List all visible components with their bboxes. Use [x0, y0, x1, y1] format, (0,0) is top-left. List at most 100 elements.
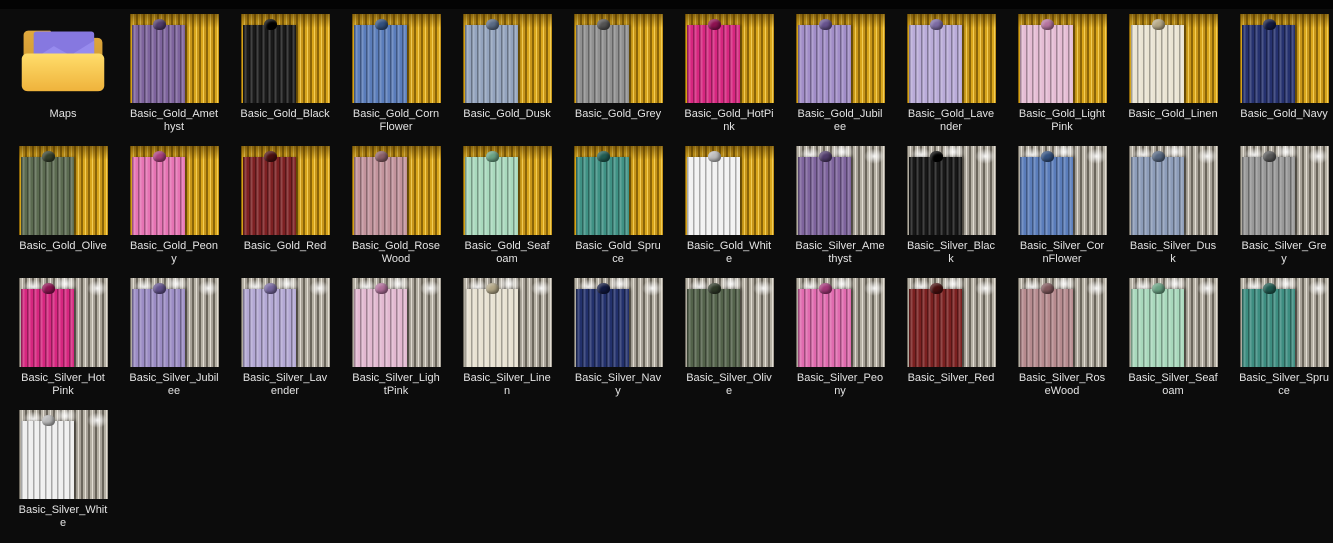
file-label: Basic_Silver_Grey	[1241, 240, 1327, 265]
drape-color-swatch	[1131, 288, 1184, 367]
flower-ornament-icon	[485, 18, 499, 30]
curtain-thumbnail	[795, 14, 885, 103]
file-tile-basic_gold_peony[interactable]: Basic_Gold_Peony	[129, 146, 219, 278]
file-tile-basic_silver_spruce[interactable]: Basic_Silver_Spruce	[1239, 278, 1329, 410]
file-label: Basic_Gold_Peony	[129, 240, 219, 265]
file-label: Basic_Gold_Grey	[574, 108, 662, 120]
flower-ornament-icon	[152, 18, 166, 30]
file-tile-basic_gold_grey[interactable]: Basic_Gold_Grey	[573, 14, 663, 146]
drape-color-swatch	[687, 156, 740, 235]
drape-color-swatch	[1242, 24, 1295, 103]
file-tile-basic_silver_white[interactable]: Basic_Silver_White	[18, 410, 108, 542]
file-tile-basic_gold_navy[interactable]: Basic_Gold_Navy	[1239, 14, 1329, 146]
curtain-thumbnail	[129, 14, 219, 103]
file-tile-basic_gold_spruce[interactable]: Basic_Gold_Spruce	[573, 146, 663, 278]
drape-color-swatch	[243, 24, 296, 103]
curtain-thumbnail	[795, 146, 885, 235]
file-tile-basic_gold_dusk[interactable]: Basic_Gold_Dusk	[462, 14, 552, 146]
flower-ornament-icon	[818, 282, 832, 294]
flower-ornament-icon	[1151, 150, 1165, 162]
file-label: Basic_Silver_HotPink	[21, 372, 105, 397]
drape-color-swatch	[576, 288, 629, 367]
file-tile-basic_gold_olive[interactable]: Basic_Gold_Olive	[18, 146, 108, 278]
drape-color-swatch	[909, 288, 962, 367]
file-tile-basic_silver_linen[interactable]: Basic_Silver_Linen	[462, 278, 552, 410]
flower-ornament-icon	[263, 282, 277, 294]
flower-ornament-icon	[1151, 18, 1165, 30]
file-label: Basic_Silver_Dusk	[1129, 240, 1217, 265]
drape-color-swatch	[132, 24, 185, 103]
file-tile-basic_gold_black[interactable]: Basic_Gold_Black	[240, 14, 330, 146]
file-tile-basic_gold_red[interactable]: Basic_Gold_Red	[240, 146, 330, 278]
file-tile-basic_silver_lavender[interactable]: Basic_Silver_Lavender	[240, 278, 330, 410]
folder-label: Maps	[49, 108, 77, 120]
file-tile-basic_silver_olive[interactable]: Basic_Silver_Olive	[684, 278, 774, 410]
file-tile-basic_silver_hotpink[interactable]: Basic_Silver_HotPink	[18, 278, 108, 410]
file-label: Basic_Silver_Lavender	[242, 372, 328, 397]
drape-color-swatch	[21, 288, 74, 367]
curtain-thumbnail	[462, 278, 552, 367]
file-tile-basic_silver_seafoam[interactable]: Basic_Silver_Seafoam	[1128, 278, 1218, 410]
flower-ornament-icon	[41, 282, 55, 294]
flower-ornament-icon	[485, 282, 499, 294]
file-tile-basic_gold_hotpink[interactable]: Basic_Gold_HotPink	[684, 14, 774, 146]
file-tile-basic_gold_lightpink[interactable]: Basic_Gold_LightPink	[1017, 14, 1107, 146]
folder-tile-maps[interactable]: Maps	[18, 14, 108, 146]
file-tile-basic_silver_lightpink[interactable]: Basic_Silver_LightPink	[351, 278, 441, 410]
file-tile-basic_silver_dusk[interactable]: Basic_Silver_Dusk	[1128, 146, 1218, 278]
file-label: Basic_Silver_Olive	[686, 372, 772, 397]
file-label: Basic_Gold_Lavender	[907, 108, 995, 133]
curtain-thumbnail	[684, 146, 774, 235]
drape-color-swatch	[465, 288, 518, 367]
curtain-thumbnail	[462, 146, 552, 235]
curtain-thumbnail	[1017, 146, 1107, 235]
file-label: Basic_Silver_CornFlower	[1019, 240, 1105, 265]
file-tile-basic_silver_black[interactable]: Basic_Silver_Black	[906, 146, 996, 278]
drape-color-swatch	[243, 288, 296, 367]
file-tile-basic_silver_grey[interactable]: Basic_Silver_Grey	[1239, 146, 1329, 278]
curtain-thumbnail	[240, 14, 330, 103]
file-tile-basic_silver_jubilee[interactable]: Basic_Silver_Jubilee	[129, 278, 219, 410]
flower-ornament-icon	[485, 150, 499, 162]
file-label: Basic_Silver_Jubilee	[129, 372, 219, 397]
flower-ornament-icon	[929, 18, 943, 30]
file-tile-basic_gold_white[interactable]: Basic_Gold_White	[684, 146, 774, 278]
file-tile-basic_gold_lavender[interactable]: Basic_Gold_Lavender	[906, 14, 996, 146]
drape-color-swatch	[1020, 288, 1073, 367]
drape-color-swatch	[798, 156, 851, 235]
file-tile-basic_gold_seafoam[interactable]: Basic_Gold_Seafoam	[462, 146, 552, 278]
drape-color-swatch	[354, 156, 407, 235]
file-tile-basic_silver_peony[interactable]: Basic_Silver_Peony	[795, 278, 885, 410]
file-tile-basic_gold_rosewood[interactable]: Basic_Gold_RoseWood	[351, 146, 441, 278]
flower-ornament-icon	[1262, 150, 1276, 162]
curtain-thumbnail	[573, 14, 663, 103]
file-tile-basic_gold_jubilee[interactable]: Basic_Gold_Jubilee	[795, 14, 885, 146]
drape-color-swatch	[798, 24, 851, 103]
curtain-thumbnail	[18, 146, 108, 235]
flower-ornament-icon	[707, 150, 721, 162]
file-label: Basic_Gold_CornFlower	[352, 108, 440, 133]
flower-ornament-icon	[1262, 18, 1276, 30]
curtain-thumbnail	[573, 146, 663, 235]
drape-color-swatch	[1242, 288, 1295, 367]
file-tile-basic_silver_cornflower[interactable]: Basic_Silver_CornFlower	[1017, 146, 1107, 278]
file-tile-basic_silver_navy[interactable]: Basic_Silver_Navy	[573, 278, 663, 410]
flower-ornament-icon	[929, 150, 943, 162]
file-tile-basic_silver_amethyst[interactable]: Basic_Silver_Amethyst	[795, 146, 885, 278]
file-tile-basic_gold_linen[interactable]: Basic_Gold_Linen	[1128, 14, 1218, 146]
file-tile-basic_gold_amethyst[interactable]: Basic_Gold_Amethyst	[129, 14, 219, 146]
drape-color-swatch	[243, 156, 296, 235]
curtain-thumbnail	[1239, 146, 1329, 235]
flower-ornament-icon	[707, 282, 721, 294]
curtain-thumbnail	[1128, 146, 1218, 235]
flower-ornament-icon	[1040, 150, 1054, 162]
flower-ornament-icon	[41, 150, 55, 162]
drape-color-swatch	[132, 288, 185, 367]
file-tile-basic_silver_rosewood[interactable]: Basic_Silver_RoseWood	[1017, 278, 1107, 410]
file-tile-basic_silver_red[interactable]: Basic_Silver_Red	[906, 278, 996, 410]
drape-color-swatch	[465, 24, 518, 103]
file-tile-basic_gold_cornflower[interactable]: Basic_Gold_CornFlower	[351, 14, 441, 146]
file-label: Basic_Gold_White	[686, 240, 772, 265]
file-label: Basic_Silver_Seafoam	[1128, 372, 1218, 397]
curtain-thumbnail	[240, 278, 330, 367]
